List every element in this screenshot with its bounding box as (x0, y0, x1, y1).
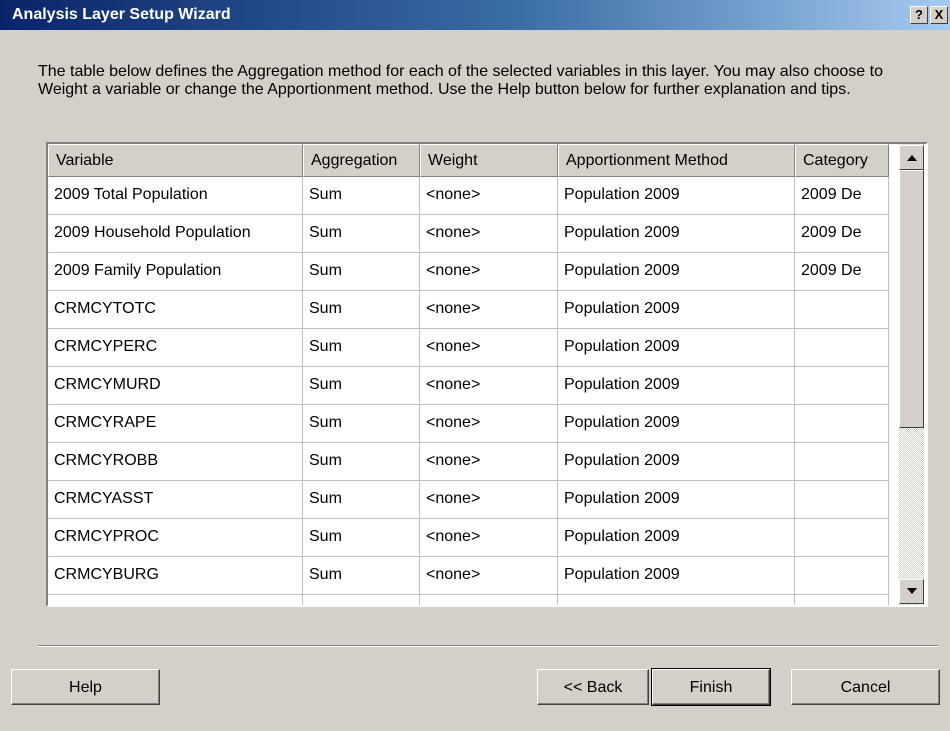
table-row[interactable]: CRMCYBURGSum<none>Population 2009 (48, 557, 889, 595)
weight-cell[interactable]: <none> (420, 177, 558, 215)
table-row[interactable]: 2009 Family Population Sum <none> Populatio… (48, 253, 889, 291)
wizard-dialog: Analysis Layer Setup Wizard ? X The tabl… (0, 0, 950, 731)
scroll-down-button[interactable] (899, 579, 924, 604)
variable-cell[interactable]: 2009 Total Population (48, 177, 303, 215)
variable-cell[interactable]: 2009 Family Population (48, 253, 303, 291)
instructions-text: The table below defines the Aggregation … (38, 63, 883, 98)
scroll-up-button[interactable] (899, 145, 924, 170)
aggregation-cell[interactable]: Sum (303, 557, 420, 595)
variable-cell[interactable]: CRMCYPERC (48, 329, 303, 367)
aggregation-cell[interactable]: Sum (303, 481, 420, 519)
scroll-thumb[interactable] (899, 170, 924, 428)
variable-cell[interactable]: CRMCYRAPE (48, 405, 303, 443)
aggregation-cell[interactable]: Sum (303, 291, 420, 329)
table-row[interactable]: CRMCYROBB Sum <none> Population 2009 (48, 443, 889, 481)
category-cell[interactable]: 2009 De (795, 253, 889, 291)
weight-cell[interactable]: <none> (420, 329, 558, 367)
apportionment-cell[interactable]: Population 2009 (558, 443, 795, 481)
aggregation-cell[interactable]: Sum (303, 367, 420, 405)
variable-cell[interactable]: 2009 Household Population (48, 215, 303, 253)
apportionment-cell[interactable]: Population 2009 (558, 405, 795, 443)
apportionment-cell[interactable]: Population 2009 (558, 557, 795, 595)
variable-cell[interactable]: CRMCYASST (48, 481, 303, 519)
table-row[interactable]: 2009 Household Population Sum <none> Popula… (48, 215, 889, 253)
finish-button[interactable]: Finish (651, 668, 771, 706)
title-bar[interactable]: Analysis Layer Setup Wizard ? X (0, 0, 950, 30)
weight-cell[interactable]: <none> (420, 291, 558, 329)
apportionment-cell[interactable]: Population 2009 (558, 177, 795, 215)
column-header-aggregation[interactable]: Aggregation (303, 144, 420, 177)
apportionment-cell[interactable]: Population 2009 (558, 481, 795, 519)
apportionment-cell[interactable]: Population 2009 (558, 253, 795, 291)
aggregation-cell[interactable]: Sum (303, 253, 420, 291)
weight-cell[interactable]: <none> (420, 215, 558, 253)
aggregation-cell[interactable]: Sum (303, 177, 420, 215)
window-title: Analysis Layer Setup Wizard (12, 6, 231, 23)
cancel-button[interactable]: Cancel (791, 669, 940, 705)
apportionment-cell[interactable]: Population 2009 (558, 367, 795, 405)
variable-cell[interactable]: CRMCYROBB (48, 443, 303, 481)
table-row[interactable]: CRMCYMURD Sum <none> Population 2009 (48, 367, 889, 405)
aggregation-cell[interactable]: Sum (303, 405, 420, 443)
separator-highlight (38, 646, 938, 647)
variable-cell[interactable]: CRMCYBURG (48, 557, 303, 595)
variable-cell[interactable]: CRMCYMURD (48, 367, 303, 405)
variable-cell[interactable]: CRMCYPROC (48, 519, 303, 557)
category-cell[interactable]: 2009 De (795, 215, 889, 253)
weight-cell[interactable]: <none> (420, 481, 558, 519)
category-cell[interactable] (795, 329, 889, 367)
column-header-weight[interactable]: Weight (420, 144, 558, 177)
variable-cell[interactable]: CRMCYBURG (48, 595, 303, 605)
category-cell[interactable]: 2009 De (795, 177, 889, 215)
grid-rows: 2009 Total Population Sum <none> Population… (48, 177, 889, 605)
grid-header: Variable Aggregation Weight Apportionmen… (48, 144, 889, 177)
weight-cell[interactable]: <none> (420, 367, 558, 405)
aggregation-cell[interactable]: Sum (303, 443, 420, 481)
arrow-down-icon (907, 588, 917, 594)
weight-cell[interactable]: <none> (420, 405, 558, 443)
weight-cell[interactable]: <none> (420, 595, 558, 605)
category-cell[interactable] (795, 405, 889, 443)
category-cell[interactable] (795, 291, 889, 329)
table-row[interactable]: CRMCYTOTC Sum <none> Population 2009 (48, 291, 889, 329)
apportionment-cell[interactable]: Population 2009 (558, 215, 795, 253)
apportionment-cell[interactable]: Population 2009 (558, 329, 795, 367)
apportionment-cell[interactable]: Population 2009 (558, 595, 795, 605)
variable-cell[interactable]: CRMCYTOTC (48, 291, 303, 329)
column-header-category[interactable]: Category (795, 144, 889, 177)
aggregation-cell[interactable]: Sum (303, 215, 420, 253)
category-cell[interactable] (795, 481, 889, 519)
vertical-scrollbar[interactable] (899, 144, 924, 605)
weight-cell[interactable]: <none> (420, 557, 558, 595)
weight-cell[interactable]: <none> (420, 443, 558, 481)
table-row[interactable]: CRMCYPROC Sum <none> Population 2009 (48, 519, 889, 557)
close-icon[interactable]: X (930, 6, 948, 24)
back-button[interactable]: << Back (537, 669, 649, 705)
table-row[interactable]: CRMCYRAPE Sum <none> Population 2009 (48, 405, 889, 443)
variables-grid[interactable]: Variable Aggregation Weight Apportionmen… (46, 142, 928, 607)
table-row[interactable]: 2009 Total Population Sum <none> Population… (48, 177, 889, 215)
help-question-icon[interactable]: ? (910, 6, 928, 24)
apportionment-cell[interactable]: Population 2009 (558, 291, 795, 329)
table-row[interactable]: CRMCYPERC Sum <none> Population 2009 (48, 329, 889, 367)
aggregation-cell[interactable]: Sum (303, 595, 420, 605)
weight-cell[interactable]: <none> (420, 253, 558, 291)
category-cell[interactable] (795, 557, 889, 595)
arrow-up-icon (907, 155, 917, 161)
table-row[interactable]: CRMCYASST Sum <none> Population 2009 (48, 481, 889, 519)
category-cell[interactable] (795, 443, 889, 481)
column-header-variable[interactable]: Variable (48, 144, 303, 177)
table-row[interactable]: CRMCYBURGSum<none>Population 2009 (48, 595, 889, 605)
category-cell[interactable] (795, 595, 889, 605)
aggregation-cell[interactable]: Sum (303, 519, 420, 557)
category-cell[interactable] (795, 367, 889, 405)
aggregation-cell[interactable]: Sum (303, 329, 420, 367)
apportionment-cell[interactable]: Population 2009 (558, 519, 795, 557)
column-header-apportionment-method[interactable]: Apportionment Method (558, 144, 795, 177)
help-button[interactable]: Help (11, 669, 160, 705)
category-cell[interactable] (795, 519, 889, 557)
weight-cell[interactable]: <none> (420, 519, 558, 557)
